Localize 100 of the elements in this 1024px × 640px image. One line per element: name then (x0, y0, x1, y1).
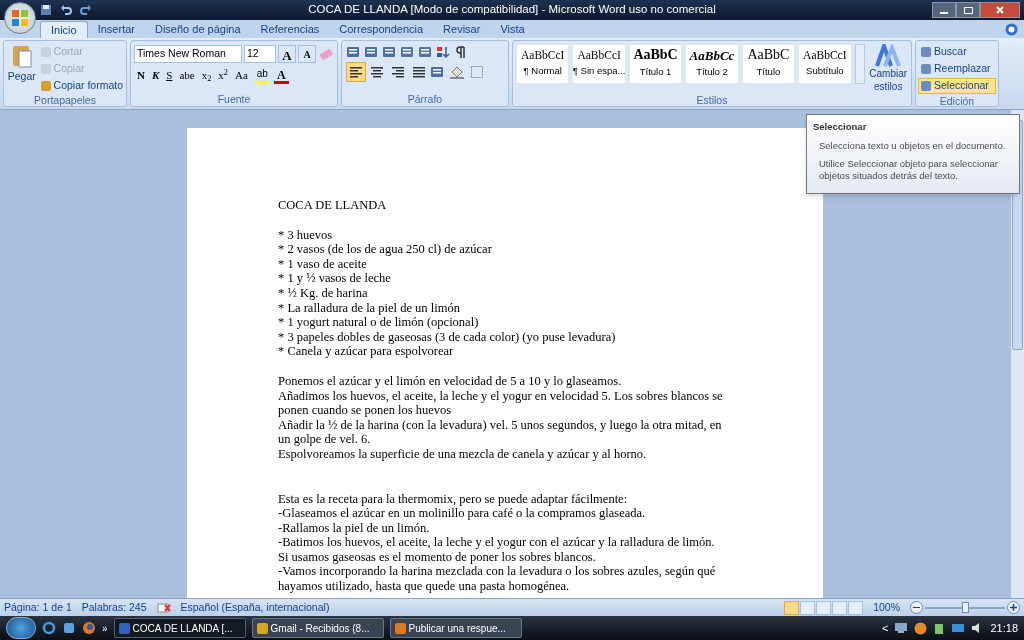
document-paragraph: -Batimos los huevos, el aceite, la leche y el yogur con el azúcar y la ralladura de limón. Si usamos gaseosas es el momento de poner los sobres blancos. (278, 535, 716, 565)
proofing-icon[interactable] (156, 601, 171, 614)
style-name: Título 2 (696, 64, 728, 79)
clock[interactable]: 21:18 (990, 619, 1018, 637)
format-button[interactable]: N (134, 66, 148, 84)
document-paragraph: * Canela y azúcar para espolvorear (278, 344, 455, 359)
style-item[interactable]: AaBbCcI Subtítulo (798, 44, 852, 84)
shading-icon[interactable] (449, 65, 465, 79)
zoom-slider-thumb[interactable] (962, 601, 969, 613)
document-paragraph: COCA DE LLANDA (278, 198, 388, 213)
format-button[interactable]: x$_{2}$ (198, 66, 215, 84)
pilcrow-icon[interactable] (454, 45, 468, 59)
firefox-icon[interactable] (82, 621, 96, 635)
font-color-button[interactable]: A (273, 66, 289, 84)
change-styles-button[interactable]: Cambiar estilos (868, 44, 908, 93)
zoom-level[interactable]: 100% (873, 599, 900, 616)
save-icon[interactable] (40, 4, 52, 16)
shrink-font-button[interactable]: A (298, 45, 316, 63)
ribbon-tab[interactable]: Revisar (433, 21, 491, 38)
style-sample: AaBbCcI (577, 49, 621, 62)
minimize-button[interactable] (932, 2, 956, 18)
document-paragraph: -Glaseamos el azúcar en un molinillo para café o la compramos glaseada. (278, 506, 647, 521)
ribbon-tab[interactable]: Vista (490, 21, 535, 38)
letters-icon (875, 44, 902, 68)
font-name-field[interactable]: Times New Roman (134, 45, 242, 63)
style-item[interactable]: AaBbCcI ¶ Normal (516, 44, 570, 84)
editing-button[interactable]: Buscar (918, 44, 996, 60)
format-button[interactable]: K (148, 66, 163, 84)
editing-button[interactable]: Seleccionar (918, 78, 996, 94)
align-icon (412, 66, 426, 78)
language-status[interactable]: Español (España, internacional) (180, 599, 330, 616)
style-sample: AaBbCcI (521, 49, 565, 62)
document-paragraph: -Rallamos la piel de un limón. (278, 520, 431, 536)
style-sample: AaBbC (633, 48, 678, 63)
document-paragraph: Añadir la ½ de la harina (con la levadura) vel. 5 unos segundos, y luego la otra mitad, en un golpe de vel. 6. (278, 417, 723, 447)
font-size-field[interactable]: 12 (244, 45, 276, 63)
format-button[interactable]: abe (176, 66, 198, 84)
start-button[interactable] (6, 617, 36, 639)
highlight-button[interactable]: ab (254, 66, 270, 84)
close-icon (996, 6, 1004, 14)
style-name: ¶ Sin espa... (573, 64, 625, 79)
taskbar-button[interactable]: Gmail - Recibidos (8... (251, 618, 384, 638)
tray-expand-button[interactable]: < (882, 619, 889, 637)
page-count[interactable]: Página: 1 de 1 (4, 599, 72, 616)
style-item[interactable]: AaBbC Título (741, 44, 796, 84)
tooltip-text: Utilice Seleccionar objeto para seleccionar objetos situados detrás del texto. (818, 158, 999, 183)
style-sample: AaBbC (747, 48, 790, 63)
office-button[interactable] (4, 2, 36, 34)
align-icon (349, 66, 363, 78)
clipboard-button[interactable]: Copiar formato (40, 78, 123, 93)
style-item[interactable]: AaBbC Título 1 (628, 44, 683, 84)
more-icons-button[interactable]: » (102, 620, 108, 636)
paste-button[interactable]: Pegar (7, 43, 37, 93)
taskbar-button[interactable]: Publicar una respue... (389, 618, 522, 638)
document-paragraph: * ½ Kg. de harina (278, 285, 369, 301)
clipboard-icon (10, 43, 33, 69)
style-name: Título 1 (639, 65, 672, 80)
zoom-in-button[interactable] (1007, 601, 1020, 614)
document-paragraph: * 3 papeles dobles de gaseosas (3 de cada color) (yo puse levadura) (278, 329, 617, 345)
document-paragraph: * 1 vaso de aceite (278, 256, 368, 272)
document-paragraph: Añadimos los huevos, el aceite, la leche y el yogur en velocidad 5. Los sobres blancos se ponen cuando se ponen los huevos (278, 388, 723, 418)
document-paragraph: Ponemos el azúcar y el limón en velocidad de 5 a 10 y lo glaseamos. (278, 373, 623, 389)
monitor-icon[interactable] (951, 621, 966, 635)
ribbon-tab[interactable]: Inicio (40, 21, 88, 38)
maximize-button[interactable] (956, 2, 980, 18)
style-sample: AaBbCc (689, 48, 735, 62)
ribbon-tab[interactable]: Insertar (87, 21, 145, 38)
ribbon-tab[interactable]: Correspondencia (329, 21, 434, 38)
tooltip-title: Seleccionar (813, 120, 868, 134)
document-paragraph: Espolvoreamos la superficie de una mezcla de canela y azúcar y al horno. (278, 446, 648, 462)
format-button[interactable]: x$^{2}$ (215, 66, 231, 84)
group-label: Fuente (216, 92, 252, 106)
format-button[interactable]: Aa (231, 66, 251, 84)
style-item[interactable]: AaBbCc Título 2 (685, 44, 739, 84)
ribbon-tab[interactable]: Referencias (250, 21, 330, 38)
style-item[interactable]: AaBbCcI ¶ Sin espa... (572, 44, 626, 84)
grow-font-button[interactable]: A (278, 45, 296, 63)
word-count[interactable]: Palabras: 245 (81, 599, 147, 616)
sort-icon[interactable] (436, 45, 450, 59)
redo-icon[interactable] (80, 4, 92, 16)
style-name: ¶ Normal (523, 64, 562, 79)
ribbon-tab[interactable]: Diseño de página (145, 21, 251, 38)
help-icon[interactable] (1005, 23, 1018, 36)
undo-icon[interactable] (60, 4, 72, 16)
taskbar-button[interactable]: COCA DE LLANDA [... (113, 618, 246, 638)
editing-button[interactable]: Reemplazar (918, 61, 996, 77)
format-button[interactable]: S (163, 66, 176, 84)
group-label: Edición (938, 94, 976, 108)
document-paragraph: * La ralladura de la piel de un limón (278, 300, 461, 316)
close-button[interactable] (980, 2, 1020, 18)
office-logo-icon (11, 9, 29, 27)
tooltip-text: Selecciona texto u objetos en el documento. (818, 140, 1007, 153)
align-icon (370, 66, 384, 78)
plus-icon (1010, 604, 1017, 611)
group-label: Portapapeles (33, 93, 97, 107)
document-paragraph: * 3 huevos (278, 227, 334, 243)
document-paragraph: -Vamos incorporando la harina mezclada con la levadura o los sobres azules, según qué hayamos utilizado, hasta que quede una pasta homogénea. (278, 564, 717, 594)
align-button[interactable] (346, 62, 366, 82)
borders-icon[interactable] (470, 65, 484, 79)
zoom-out-button[interactable] (910, 601, 923, 614)
